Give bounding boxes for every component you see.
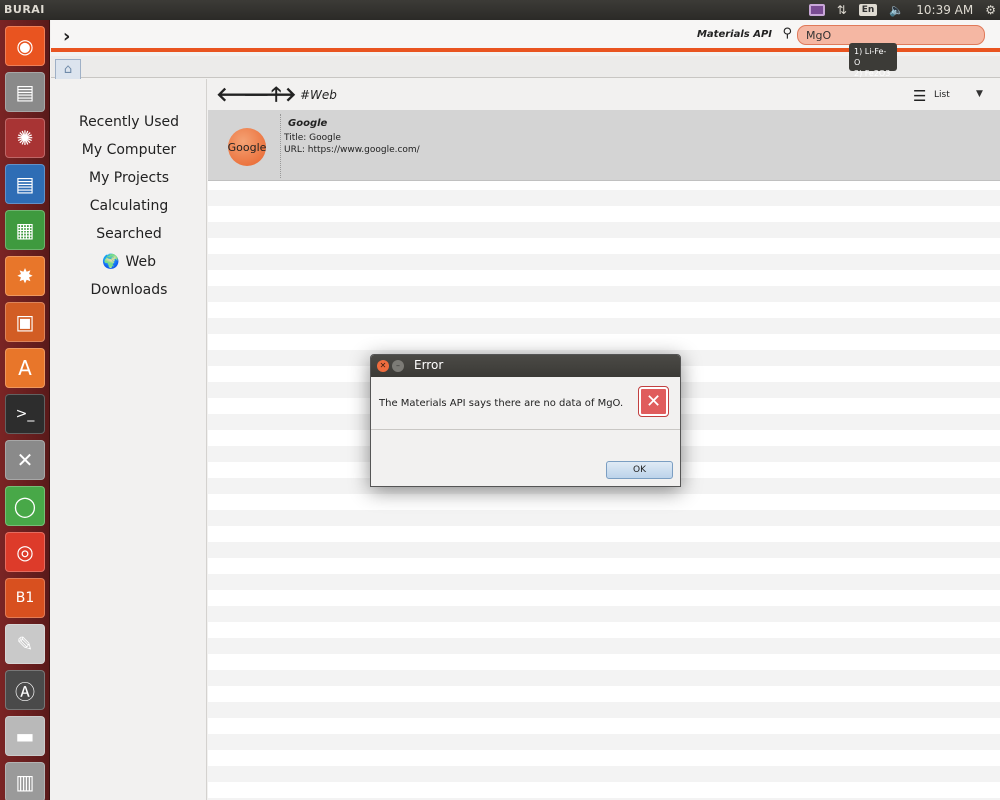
sidebar: Recently Used My Computer My Projects Ca… [51, 79, 207, 800]
keyboard-indicator[interactable]: En [858, 4, 878, 16]
top-panel: BURAI ⇅ En 🔈 10:39 AM ⚙ [0, 0, 1000, 20]
list-item[interactable]: Google Google Title: Google URL: https:/… [208, 110, 1000, 181]
gear-icon[interactable]: ⚙ [985, 3, 996, 17]
item-title: Google [288, 118, 328, 129]
impress-launcher-icon[interactable]: ▣ [5, 302, 45, 342]
terminal-launcher-icon[interactable]: >_ [5, 394, 45, 434]
forward-arrow-icon[interactable]: 🡒 [243, 84, 297, 104]
home-tab[interactable]: ⌂ [55, 59, 81, 79]
item-url-line: URL: https://www.google.com/ [284, 145, 420, 155]
ubuntu-dash-launcher-icon[interactable]: ◉ [5, 26, 45, 66]
volume-icon[interactable]: 🔈 [889, 3, 904, 17]
system-tray: ⇅ En 🔈 10:39 AM ⚙ [808, 0, 996, 20]
sidebar-item-searched[interactable]: Searched [51, 226, 207, 242]
toolbar: 🡐 🡒 🡑 #Web ☰ List ▼ [208, 80, 1000, 110]
sidebar-item-calculating[interactable]: Calculating [51, 198, 207, 214]
chevron-down-icon[interactable]: ▼ [976, 89, 983, 99]
launcher: ◉ ▤ ✺ ▤ ▦ ✸ ▣ A >_ ✕ ◯ ◎ B1 ✎ Ⓐ ▬ ▥ [0, 20, 50, 800]
item-title-line: Title: Google [284, 133, 341, 143]
search-input[interactable] [797, 25, 985, 45]
sidebar-item-label: Web [125, 254, 156, 270]
app-title: BURAI [4, 3, 45, 16]
sidebar-item-my-computer[interactable]: My Computer [51, 142, 207, 158]
software-center-launcher-icon[interactable]: A [5, 348, 45, 388]
list-view-icon[interactable]: ☰ [913, 87, 926, 105]
text-editor-launcher-icon[interactable]: ✎ [5, 624, 45, 664]
api-label: Materials API [696, 29, 772, 40]
close-icon[interactable]: ✕ [377, 360, 389, 372]
trash-launcher-icon[interactable]: ▥ [5, 762, 45, 800]
suggestion-popup: 1) Li-Fe-O 2) Fe2O3 [849, 43, 897, 78]
error-dialog: ✕ – Error The Materials API says there a… [370, 354, 681, 487]
suggestion-item[interactable]: 2) Fe2O3 [854, 68, 892, 79]
chrome-launcher-icon[interactable]: ◎ [5, 532, 45, 572]
b1-app-launcher-icon[interactable]: B1 [5, 578, 45, 618]
home-icon: ⌂ [63, 62, 73, 77]
sidebar-item-my-projects[interactable]: My Projects [51, 170, 207, 186]
search-icon[interactable]: ⚲ [782, 26, 792, 41]
dialog-message: The Materials API says there are no data… [379, 398, 624, 409]
network-icon[interactable]: ⇅ [837, 3, 847, 17]
view-mode-label[interactable]: List [934, 90, 950, 100]
path-label: #Web [300, 88, 337, 102]
settings-launcher-icon[interactable]: ✕ [5, 440, 45, 480]
web-link-icon: Google [228, 128, 266, 166]
divider [280, 114, 281, 178]
file-manager-launcher-icon[interactable]: ▤ [5, 72, 45, 112]
sidebar-item-downloads[interactable]: Downloads [51, 282, 207, 298]
screen-icon[interactable] [808, 4, 825, 16]
drive-launcher-icon[interactable]: ▬ [5, 716, 45, 756]
star-app-launcher-icon[interactable]: ✸ [5, 256, 45, 296]
calc-launcher-icon[interactable]: ▦ [5, 210, 45, 250]
dialog-titlebar: ✕ – Error [371, 355, 680, 377]
error-x-icon: ✕ [638, 386, 669, 417]
minimize-icon[interactable]: – [392, 360, 404, 372]
dialog-title: Error [414, 358, 444, 372]
suggestion-item[interactable]: 1) Li-Fe-O [854, 46, 892, 68]
up-arrow-icon[interactable]: 🡑 [271, 84, 281, 104]
icon-label: Google [227, 140, 267, 154]
chevron-right-icon[interactable]: › [63, 26, 70, 47]
sidebar-item-web[interactable]: 🌍 Web [51, 254, 207, 270]
ok-button[interactable]: OK [606, 461, 673, 479]
updater-launcher-icon[interactable]: Ⓐ [5, 670, 45, 710]
divider [371, 429, 680, 430]
ring-app-launcher-icon[interactable]: ◯ [5, 486, 45, 526]
globe-icon: 🌍 [102, 254, 120, 270]
sidebar-item-recently-used[interactable]: Recently Used [51, 114, 207, 130]
clock[interactable]: 10:39 AM [916, 3, 973, 17]
burai-app-launcher-icon[interactable]: ✺ [5, 118, 45, 158]
writer-launcher-icon[interactable]: ▤ [5, 164, 45, 204]
